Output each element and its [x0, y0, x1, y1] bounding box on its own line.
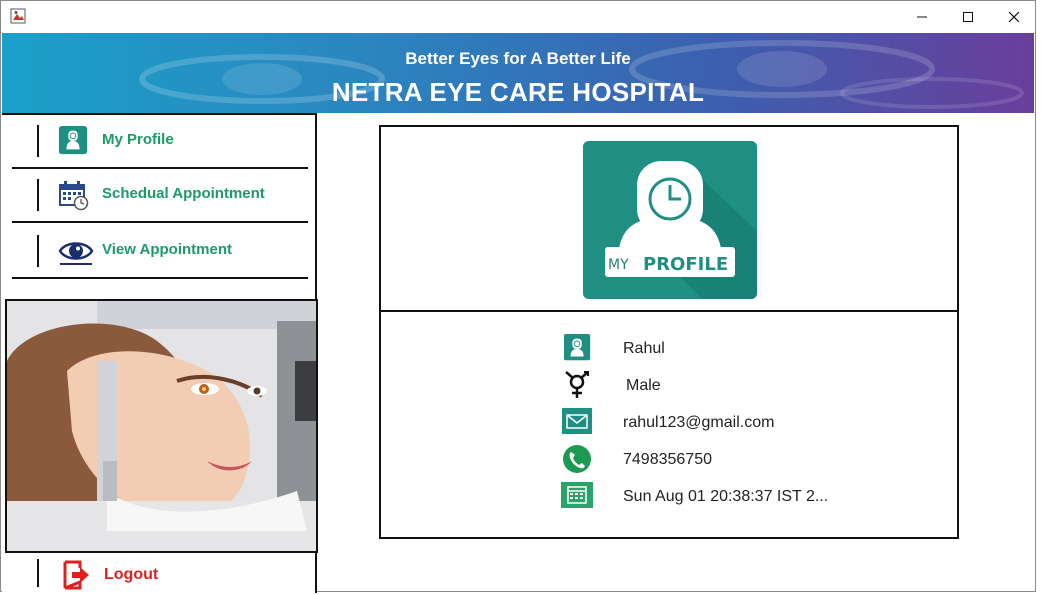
app-window: Better Eyes for A Better Life NETRA EYE … — [0, 0, 1036, 595]
title-bar — [1, 1, 1035, 32]
nav-separator — [37, 125, 39, 157]
close-icon — [1008, 11, 1020, 22]
profile-date: Sun Aug 01 20:38:37 IST 2... — [623, 488, 829, 505]
eye-exam-photo — [5, 299, 318, 553]
sidebar-item-label: Schedual Appointment — [102, 185, 265, 202]
profile-gender-row: Male — [561, 370, 941, 400]
nav-separator — [37, 179, 39, 211]
profile-panel: MY PROFILE Rahul Male rahul123@gmail.com… — [379, 125, 959, 539]
profile-email: rahul123@gmail.com — [623, 414, 775, 431]
logout-button[interactable]: Logout — [12, 555, 308, 595]
logo-my-text: MY — [608, 257, 629, 273]
hospital-name: NETRA EYE CARE HOSPITAL — [331, 77, 705, 107]
calendar-clock-icon — [59, 181, 89, 211]
sidebar: My Profile Schedual Appointment View App… — [2, 113, 318, 595]
eye-icon — [58, 242, 94, 265]
tagline: Better Eyes for A Better Life — [405, 49, 631, 68]
logo-profile-text: PROFILE — [643, 254, 728, 275]
mail-icon — [562, 408, 592, 434]
nav-separator — [37, 235, 39, 267]
sidebar-item-label: My Profile — [102, 131, 174, 148]
logout-icon — [63, 560, 89, 590]
maximize-icon — [963, 11, 973, 22]
gender-icon — [565, 371, 589, 398]
profile-name-row: Rahul — [561, 333, 941, 363]
sidebar-item-schedule-appointment[interactable]: Schedual Appointment — [12, 169, 308, 223]
profile-icon — [58, 125, 88, 155]
nav-separator — [37, 559, 39, 587]
eye-exam-illustration — [7, 301, 316, 551]
sidebar-item-view-appointment[interactable]: View Appointment — [12, 225, 308, 279]
profile-name: Rahul — [623, 340, 665, 357]
maximize-button[interactable] — [945, 1, 991, 32]
profile-phone-row: 7498356750 — [561, 444, 941, 474]
header-banner: Better Eyes for A Better Life NETRA EYE … — [2, 33, 1034, 113]
minimize-icon — [917, 16, 927, 17]
sidebar-item-label: View Appointment — [102, 241, 233, 258]
profile-date-row: Sun Aug 01 20:38:37 IST 2... — [561, 481, 941, 511]
profile-phone: 7498356750 — [623, 451, 712, 468]
panel-divider — [381, 310, 957, 312]
logout-label: Logout — [104, 566, 159, 583]
close-button[interactable] — [991, 1, 1037, 32]
minimize-button[interactable] — [899, 1, 945, 32]
profile-gender: Male — [626, 377, 661, 394]
my-profile-logo: MY PROFILE — [583, 141, 757, 299]
java-app-icon — [10, 8, 26, 24]
phone-icon — [563, 445, 591, 473]
user-icon — [563, 333, 591, 361]
sidebar-item-my-profile[interactable]: My Profile — [12, 115, 308, 169]
calendar-icon — [561, 482, 593, 508]
profile-email-row: rahul123@gmail.com — [561, 407, 941, 437]
my-profile-logo-graphic: MY PROFILE — [583, 141, 757, 299]
